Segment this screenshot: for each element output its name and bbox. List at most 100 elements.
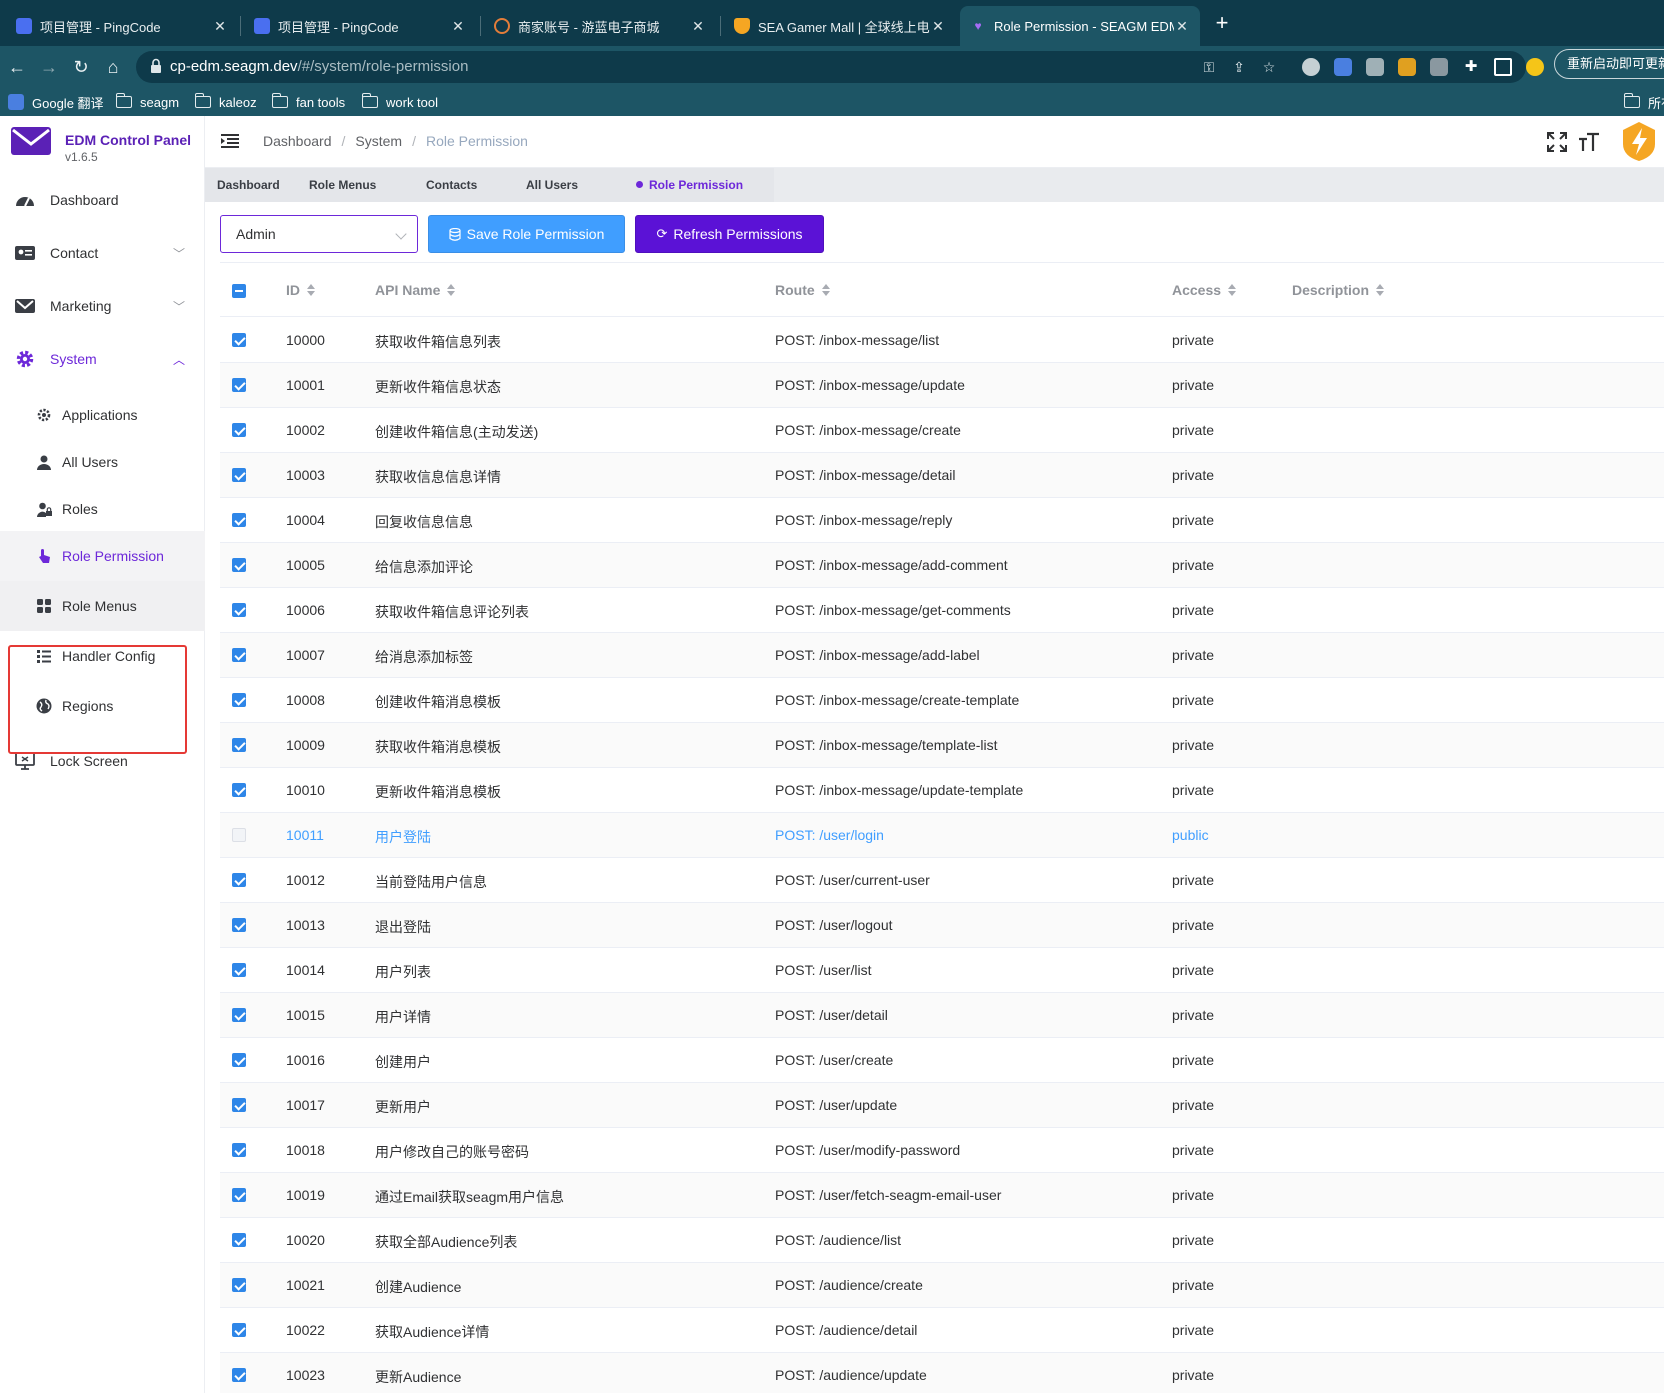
table-row[interactable]: 10013 退出登陆 POST: /user/logout private — [220, 903, 1664, 948]
back-arrow-icon[interactable]: ← — [4, 54, 30, 80]
table-row[interactable]: 10016 创建用户 POST: /user/create private — [220, 1038, 1664, 1083]
table-row[interactable]: 10005 给信息添加评论 POST: /inbox-message/add-com… — [220, 543, 1664, 588]
sidebar-item-role-permission[interactable]: Role Permission — [0, 531, 205, 581]
table-row[interactable]: 10020 获取全部Audience列表 POST: /audience/list p… — [220, 1218, 1664, 1263]
fullscreen-icon[interactable] — [1546, 131, 1568, 153]
tag-role-menus[interactable]: Role Menus — [297, 168, 414, 202]
table-row[interactable]: 10006 获取收件箱信息评论列表 POST: /inbox-message/get… — [220, 588, 1664, 633]
browser-tab[interactable]: 项目管理 - PingCode ✕ — [244, 6, 476, 46]
new-tab-icon[interactable]: + — [1210, 10, 1234, 36]
sidebar-item-system[interactable]: System ︿ — [0, 331, 205, 387]
sort-caret-icon[interactable] — [307, 284, 315, 296]
table-row[interactable]: 10003 获取收信息信息详情 POST: /inbox-message/detai… — [220, 453, 1664, 498]
browser-tab[interactable]: 商家账号 - 游蓝电子商城 ✕ — [484, 6, 716, 46]
row-checkbox[interactable] — [232, 918, 246, 932]
sidebar-item-all-users[interactable]: All Users — [0, 437, 205, 487]
refresh-permissions-button[interactable]: ⟳ Refresh Permissions — [635, 215, 824, 253]
close-tab-icon[interactable]: ✕ — [1174, 18, 1190, 35]
table-row[interactable]: 10023 更新Audience POST: /audience/update pri… — [220, 1353, 1664, 1393]
row-checkbox[interactable] — [232, 378, 246, 392]
home-icon[interactable]: ⌂ — [100, 54, 126, 80]
translate-extension-icon[interactable] — [1334, 58, 1352, 76]
table-row[interactable]: 10004 回复收信息信息 POST: /inbox-message/reply pr… — [220, 498, 1664, 543]
font-size-icon[interactable] — [1578, 131, 1600, 153]
tag-dashboard[interactable]: Dashboard — [205, 168, 297, 202]
table-row[interactable]: 10022 获取Audience详情 POST: /audience/detail p… — [220, 1308, 1664, 1353]
row-checkbox[interactable] — [232, 558, 246, 572]
mail-extension-icon[interactable] — [1366, 58, 1384, 76]
table-row[interactable]: 10017 更新用户 POST: /user/update private — [220, 1083, 1664, 1128]
row-checkbox[interactable] — [232, 693, 246, 707]
sort-caret-icon[interactable] — [447, 284, 456, 296]
bookmark-folder-kaleoz[interactable]: kaleoz — [194, 92, 257, 112]
row-checkbox[interactable] — [232, 1278, 246, 1292]
row-checkbox[interactable] — [232, 1008, 246, 1022]
tag-role-permission[interactable]: Role Permission — [624, 168, 774, 202]
sidebar-item-contact[interactable]: Contact ﹀ — [0, 225, 205, 281]
side-panel-icon[interactable] — [1494, 58, 1512, 76]
close-tab-icon[interactable]: ✕ — [450, 18, 466, 35]
menu-fold-icon[interactable] — [221, 133, 239, 149]
breadcrumb-item[interactable]: Dashboard — [263, 133, 332, 149]
breadcrumb-item[interactable]: System — [355, 133, 402, 149]
close-tab-icon[interactable]: ✕ — [690, 18, 706, 35]
row-checkbox[interactable] — [232, 828, 246, 842]
table-row[interactable]: 10002 创建收件箱信息(主动发送) POST: /inbox-message/c… — [220, 408, 1664, 453]
row-checkbox[interactable] — [232, 1368, 246, 1382]
row-checkbox[interactable] — [232, 1098, 246, 1112]
close-tab-icon[interactable]: ✕ — [930, 18, 946, 35]
select-all-checkbox[interactable] — [232, 284, 246, 298]
close-tab-icon[interactable]: ✕ — [212, 18, 228, 35]
browser-tab-active[interactable]: ♥ Role Permission - SEAGM EDM ✕ — [960, 6, 1200, 46]
row-checkbox[interactable] — [232, 1323, 246, 1337]
sidebar-item-roles[interactable]: Roles — [0, 484, 205, 534]
tag-contacts[interactable]: Contacts — [414, 168, 514, 202]
table-row[interactable]: 10018 用户修改自己的账号密码 POST: /user/modify-passw… — [220, 1128, 1664, 1173]
brand[interactable]: EDM Control Panel v1.6.5 — [10, 124, 200, 168]
extension-icon[interactable] — [1302, 58, 1320, 76]
sidebar-item-applications[interactable]: Applications — [0, 390, 205, 440]
row-checkbox[interactable] — [232, 333, 246, 347]
extension-icon[interactable] — [1398, 58, 1416, 76]
table-row[interactable]: 10008 创建收件箱消息模板 POST: /inbox-message/creat… — [220, 678, 1664, 723]
role-select[interactable]: Admin — [220, 215, 418, 253]
save-role-permission-button[interactable]: Save Role Permission — [428, 215, 625, 253]
row-checkbox[interactable] — [232, 423, 246, 437]
browser-tab[interactable]: SEA Gamer Mall | 全球线上电玩 ✕ — [724, 6, 956, 46]
extension-icon[interactable] — [1430, 58, 1448, 76]
column-header-route[interactable]: Route — [775, 282, 830, 298]
table-row[interactable]: 10014 用户列表 POST: /user/list private — [220, 948, 1664, 993]
sidebar-item-dashboard[interactable]: Dashboard — [0, 172, 205, 228]
forward-arrow-icon[interactable]: → — [36, 54, 62, 80]
table-row[interactable]: 10009 获取收件箱消息模板 POST: /inbox-message/templ… — [220, 723, 1664, 768]
table-row[interactable]: 10015 用户详情 POST: /user/detail private — [220, 993, 1664, 1038]
row-checkbox[interactable] — [232, 1188, 246, 1202]
column-header-id[interactable]: ID — [286, 282, 315, 298]
row-checkbox[interactable] — [232, 963, 246, 977]
row-checkbox[interactable] — [232, 1143, 246, 1157]
sidebar-item-marketing[interactable]: Marketing ﹀ — [0, 278, 205, 334]
table-row[interactable]: 10021 创建Audience POST: /audience/create pri… — [220, 1263, 1664, 1308]
column-header-access[interactable]: Access — [1172, 282, 1237, 298]
table-row[interactable]: 10011 用户登陆 POST: /user/login public — [220, 813, 1664, 858]
table-row[interactable]: 10007 给消息添加标签 POST: /inbox-message/add-lab… — [220, 633, 1664, 678]
table-row[interactable]: 10019 通过Email获取seagm用户信息 POST: /user/fetch… — [220, 1173, 1664, 1218]
sort-caret-icon[interactable] — [1228, 284, 1237, 296]
row-checkbox[interactable] — [232, 513, 246, 527]
row-checkbox[interactable] — [232, 648, 246, 662]
bookmark-folder-fan-tools[interactable]: fan tools — [271, 92, 345, 112]
bookmark-folder-work-tool[interactable]: work tool — [361, 92, 438, 112]
row-checkbox[interactable] — [232, 1053, 246, 1067]
bookmark-folder-seagm[interactable]: seagm — [115, 92, 179, 112]
sort-caret-icon[interactable] — [1376, 284, 1385, 296]
table-row[interactable]: 10000 获取收件箱信息列表 POST: /inbox-message/list p… — [220, 318, 1664, 363]
table-row[interactable]: 10001 更新收件箱信息状态 POST: /inbox-message/updat… — [220, 363, 1664, 408]
browser-tab[interactable]: 项目管理 - PingCode ✕ — [6, 6, 238, 46]
tag-all-users[interactable]: All Users — [514, 168, 624, 202]
row-checkbox[interactable] — [232, 603, 246, 617]
bookmark-folder-all[interactable]: 所有书签 — [1623, 92, 1664, 112]
profile-avatar[interactable] — [1526, 58, 1544, 76]
column-header-api-name[interactable]: API Name — [375, 282, 456, 298]
row-checkbox[interactable] — [232, 1233, 246, 1247]
row-checkbox[interactable] — [232, 783, 246, 797]
